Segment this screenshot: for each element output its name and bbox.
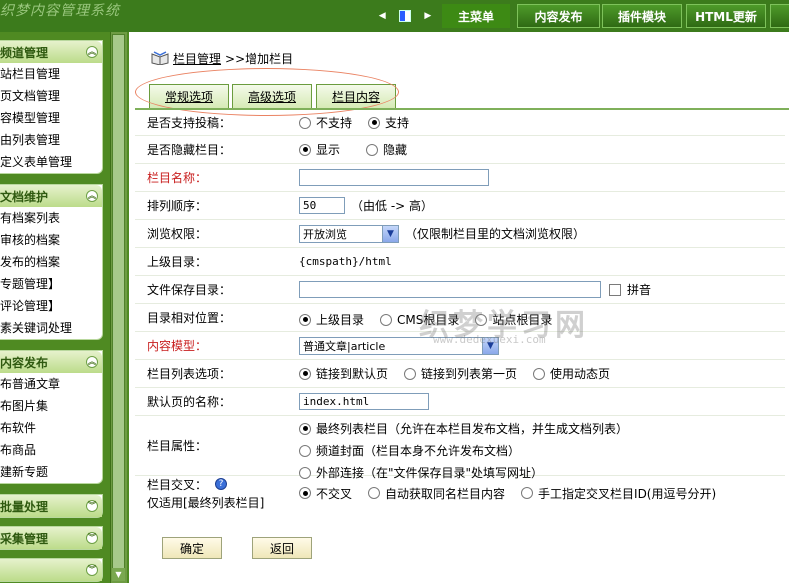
nav-controls: ◀ ▶ [372, 6, 438, 26]
sidebar-item[interactable]: 由列表管理 [0, 129, 102, 151]
expand-icon[interactable]: ︾ [86, 532, 98, 544]
tab-advanced[interactable]: 高级选项 [232, 84, 312, 108]
sidebar-group-header[interactable]: 批量处理 ︾ [0, 495, 102, 517]
radio-option[interactable]: CMS根目录 [380, 311, 459, 328]
radio-option[interactable]: 链接到列表第一页 [404, 365, 517, 382]
breadcrumb-current: >>增加栏目 [225, 51, 294, 66]
radio-option[interactable]: 自动获取同名栏目内容 [368, 485, 505, 502]
row-column-name: 栏目名称： [135, 164, 785, 192]
pinyin-checkbox[interactable] [609, 283, 621, 296]
row-browse-permission: 浏览权限： 开放浏览 ▼ （仅限制栏目里的文档浏览权限） [135, 220, 785, 248]
breadcrumb: 栏目管理 >>增加栏目 [151, 50, 293, 66]
radio-option[interactable]: 手工指定交叉栏目ID(用逗号分开) [521, 485, 716, 502]
radio-option[interactable]: 站点根目录 [475, 311, 552, 328]
row-parent-dir: 上级目录： {cmspath}/html [135, 248, 785, 276]
sidebar-item[interactable]: 布普通文章 [0, 373, 102, 395]
help-icon[interactable]: ? [215, 478, 228, 490]
sidebar-group-header[interactable]: 频道管理 ︽ [0, 41, 102, 63]
browse-permission-select[interactable]: 开放浏览 ▼ [299, 224, 399, 243]
column-name-input[interactable] [299, 169, 489, 186]
save-dir-input[interactable] [299, 281, 601, 298]
sidebar-item[interactable]: 布商品 [0, 439, 102, 461]
sidebar-item[interactable]: 站栏目管理 [0, 63, 102, 85]
sidebar-item[interactable]: 容模型管理 [0, 107, 102, 129]
breadcrumb-link[interactable]: 栏目管理 [173, 50, 221, 67]
row-sort-order: 排列顺序： 50 （由低 -> 高） [135, 192, 785, 220]
content-model-select[interactable]: 普通文章|article ▼ [299, 336, 499, 355]
row-save-dir: 文件保存目录： 拼音 [135, 276, 785, 304]
radio-option[interactable]: 频道封面（栏目本身不允许发布文档） [299, 442, 628, 459]
sidebar-group-header[interactable]: 采集管理 ︾ [0, 527, 102, 549]
row-allow-submit: 是否支持投稿： 不支持 支持 [135, 110, 785, 136]
nav-plugin-module[interactable]: 插件模块 [602, 4, 682, 28]
radio-option[interactable]: 链接到默认页 [299, 365, 388, 382]
sidebar-group-collect: 采集管理 ︾ [0, 526, 103, 550]
radio-option[interactable]: 显示 [299, 141, 340, 158]
nav-prev-icon[interactable]: ◀ [379, 11, 386, 21]
sidebar-item[interactable]: 审核的档案 [0, 229, 102, 251]
sidebar-group-more: ︾ [0, 558, 103, 582]
row-list-option: 栏目列表选项： 链接到默认页 链接到列表第一页 使用动态页 [135, 360, 785, 388]
sidebar-item[interactable]: 素关键词处理 [0, 317, 102, 339]
row-attributes: 栏目属性： 最终列表栏目（允许在本栏目发布文档，并生成文档列表） 频道封面（栏目… [135, 416, 785, 480]
chevron-down-icon[interactable]: ▼ [382, 225, 398, 242]
nav-more[interactable] [770, 4, 789, 28]
sidebar-group-channel: 频道管理 ︽ 站栏目管理 页文档管理 容模型管理 由列表管理 定义表单管理 [0, 40, 103, 174]
nav-next-icon[interactable]: ▶ [424, 11, 431, 21]
sidebar-item[interactable]: 专题管理】 [0, 273, 102, 295]
sidebar-item[interactable]: 定义表单管理 [0, 151, 102, 173]
column-form: 是否支持投稿： 不支持 支持 是否隐藏栏目： 显示 隐藏 栏目名称： 排列顺序：… [135, 110, 785, 510]
form-buttons: 确定 返回 [162, 537, 312, 559]
radio-option[interactable]: 使用动态页 [533, 365, 610, 382]
radio-option[interactable]: 隐藏 [366, 141, 407, 158]
sidebar-item[interactable]: 布图片集 [0, 395, 102, 417]
sidebar: 频道管理 ︽ 站栏目管理 页文档管理 容模型管理 由列表管理 定义表单管理 文档维… [0, 32, 129, 583]
nav-html-update[interactable]: HTML更新 [686, 4, 766, 28]
sidebar-group-header[interactable]: 文档维护 ︽ [0, 185, 102, 207]
tab-bar: 常规选项 高级选项 栏目内容 [135, 84, 397, 108]
nav-main-menu[interactable]: 主菜单 [442, 4, 510, 28]
nav-content-publish[interactable]: 内容发布 [517, 4, 600, 28]
radio-option[interactable]: 最终列表栏目（允许在本栏目发布文档，并生成文档列表） [299, 420, 628, 437]
sidebar-item[interactable]: 评论管理】 [0, 295, 102, 317]
sidebar-group-batch: 批量处理 ︾ [0, 494, 103, 518]
ok-button[interactable]: 确定 [162, 537, 222, 559]
row-content-model: 内容模型： 普通文章|article ▼ [135, 332, 785, 360]
back-button[interactable]: 返回 [252, 537, 312, 559]
sidebar-item[interactable]: 页文档管理 [0, 85, 102, 107]
sidebar-item[interactable]: 发布的档案 [0, 251, 102, 273]
radio-option[interactable]: 不交叉 [299, 485, 352, 502]
collapse-icon[interactable]: ︽ [86, 190, 98, 202]
collapse-icon[interactable]: ︽ [86, 46, 98, 58]
sidebar-group-publish: 内容发布 ︽ 布普通文章 布图片集 布软件 布商品 建新专题 [0, 350, 103, 484]
row-relative-pos: 目录相对位置： 上级目录 CMS根目录 站点根目录 [135, 304, 785, 332]
layout-toggle-icon[interactable] [398, 10, 411, 22]
sidebar-group-header[interactable]: 内容发布 ︽ [0, 351, 102, 373]
tab-column-content[interactable]: 栏目内容 [316, 84, 396, 108]
logo: 织梦内容管理系统 [0, 3, 120, 19]
sort-order-input[interactable]: 50 [299, 197, 345, 214]
radio-option[interactable]: 支持 [368, 114, 409, 131]
default-page-input[interactable]: index.html [299, 393, 429, 410]
row-cross-column: 栏目交叉：? 仅适用[最终列表栏目] 不交叉 自动获取同名栏目内容 手工指定交叉… [147, 477, 717, 510]
sidebar-item[interactable]: 布软件 [0, 417, 102, 439]
top-header: 织梦内容管理系统 ◀ ▶ 主菜单 内容发布 插件模块 HTML更新 [0, 0, 789, 32]
sidebar-group-header[interactable]: ︾ [0, 559, 102, 581]
radio-option[interactable]: 上级目录 [299, 311, 364, 328]
row-hide-column: 是否隐藏栏目： 显示 隐藏 [135, 136, 785, 164]
tab-general[interactable]: 常规选项 [149, 84, 229, 108]
sidebar-group-docs: 文档维护 ︽ 有档案列表 审核的档案 发布的档案 专题管理】 评论管理】 素关键词… [0, 184, 103, 340]
book-icon [151, 51, 169, 65]
expand-icon[interactable]: ︾ [86, 500, 98, 512]
radio-option[interactable]: 不支持 [299, 114, 352, 131]
sidebar-item[interactable]: 建新专题 [0, 461, 102, 483]
sidebar-scroll-thumb[interactable] [112, 34, 125, 574]
main-content: 栏目管理 >>增加栏目 常规选项 高级选项 栏目内容 是否支持投稿： 不支持 支持… [129, 32, 789, 583]
chevron-down-icon[interactable]: ▼ [482, 337, 498, 354]
sidebar-item[interactable]: 有档案列表 [0, 207, 102, 229]
scroll-down-icon[interactable]: ▼ [112, 568, 125, 581]
expand-icon[interactable]: ︾ [86, 564, 98, 576]
collapse-icon[interactable]: ︽ [86, 356, 98, 368]
row-default-page: 默认页的名称： index.html [135, 388, 785, 416]
